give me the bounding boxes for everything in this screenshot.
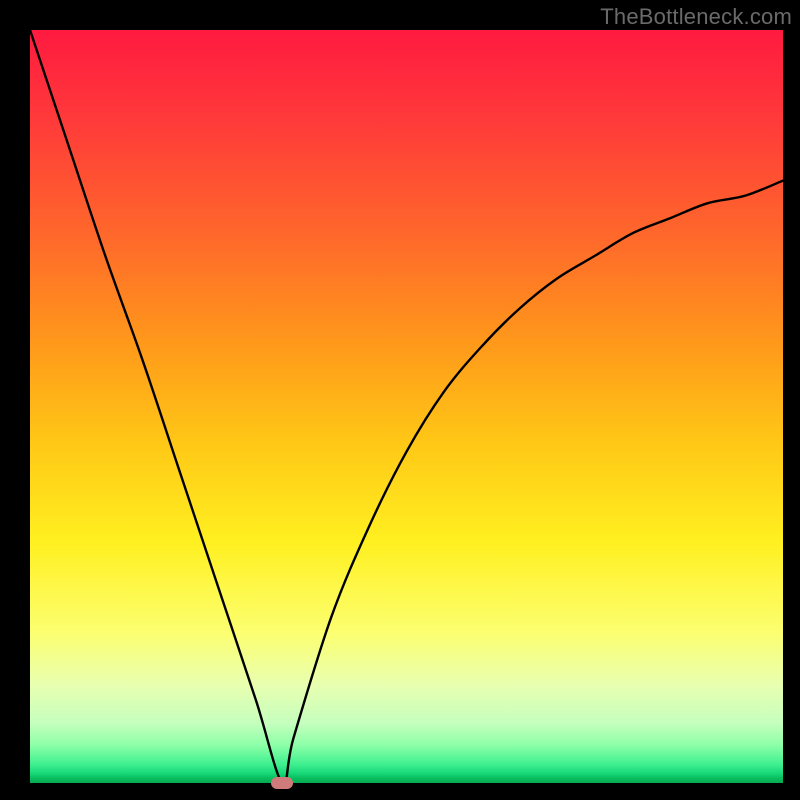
plot-area [30,30,783,783]
bottleneck-curve [30,30,783,783]
optimal-marker [271,777,293,789]
attribution-text: TheBottleneck.com [600,4,792,30]
chart-frame: TheBottleneck.com [0,0,800,800]
curve-path [30,30,783,783]
